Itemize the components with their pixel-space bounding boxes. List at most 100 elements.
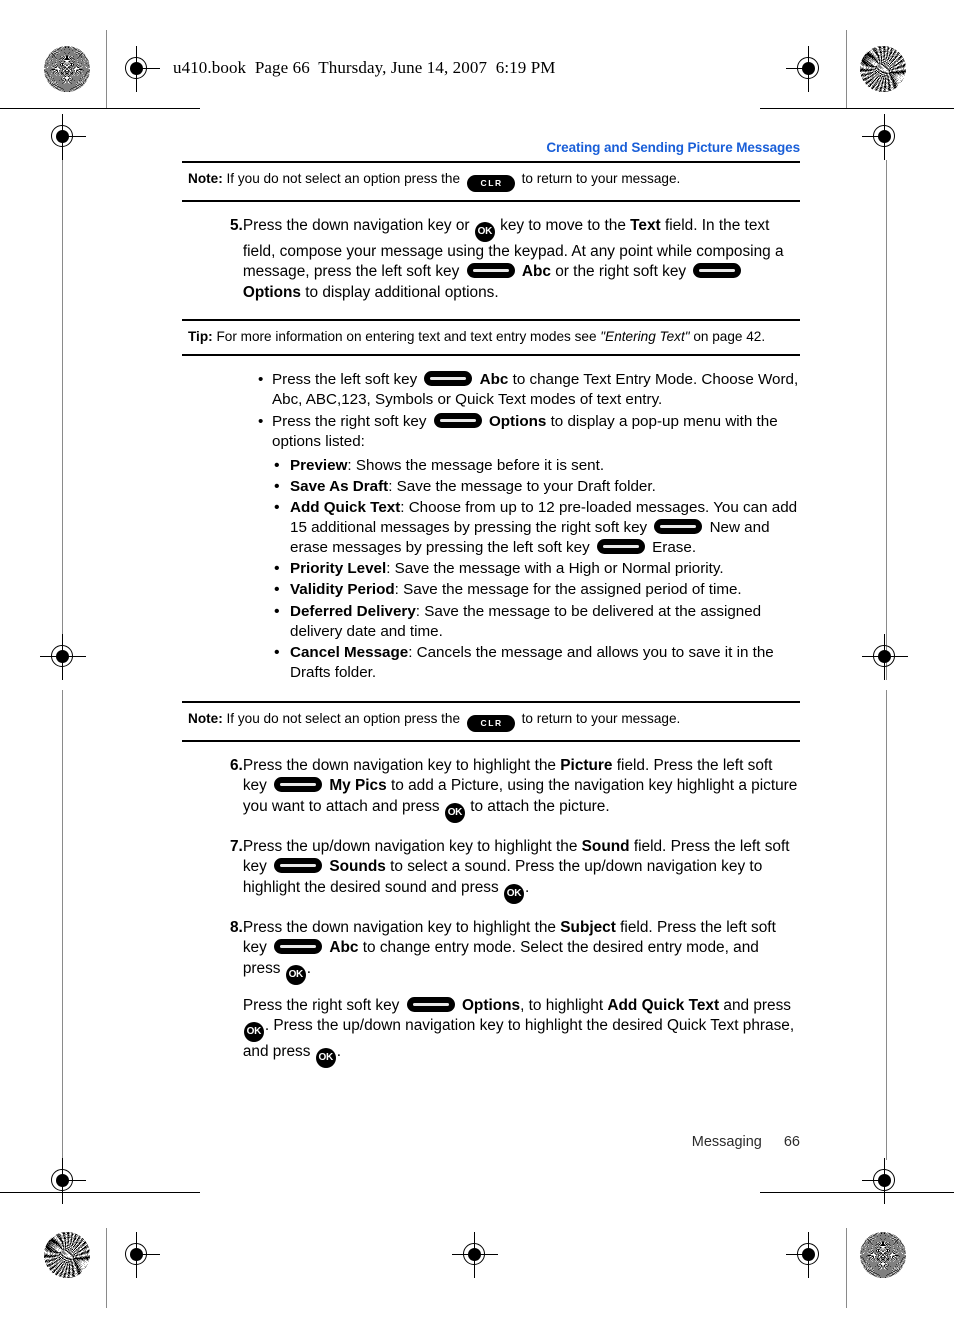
bullet-marker: • — [258, 412, 264, 430]
page-footer: Messaging 66 — [182, 1134, 800, 1150]
step-8-bold-abc: Abc — [329, 939, 359, 957]
ok-key-icon: OK — [285, 964, 306, 985]
step-6-number: 6. — [230, 756, 243, 774]
ok-key-icon: OK — [315, 1048, 336, 1069]
step-8-p2-text-3: and press — [723, 996, 791, 1014]
step-8-text-4: . — [306, 959, 312, 977]
option-desc: : Shows the message before it is sent. — [347, 457, 605, 475]
option-desc: : Save the message with a High or Normal… — [386, 560, 724, 578]
step-6: 6. Press the down navigation key to high… — [182, 756, 800, 823]
note-text-after: to return to your message. — [521, 171, 681, 186]
bullet-marker: • — [274, 560, 280, 578]
starburst-registration-mark-top-left — [44, 46, 90, 92]
bullet-list: • Press the left soft key Abc to change … — [182, 370, 800, 452]
steps-list: 5. Press the down navigation key or OK k… — [182, 216, 800, 303]
bullet-1-bold: Options — [488, 412, 547, 430]
bullet-marker: • — [274, 478, 280, 496]
bullet-marker: • — [274, 499, 280, 517]
option-desc: : Save the message for the assigned peri… — [394, 581, 742, 599]
list-item: • Add Quick Text: Choose from up to 12 p… — [182, 498, 800, 558]
step-5-bold-abc: Abc — [521, 263, 551, 281]
options-sublist: • Preview: Shows the message before it i… — [182, 456, 800, 683]
crosshair-registration-mark-right-lower — [862, 1158, 908, 1204]
soft-key-icon — [274, 939, 323, 955]
option-title: Deferred Delivery — [290, 602, 416, 620]
step-8-bold-field: Subject — [560, 918, 616, 936]
trim-line-bottom-right — [846, 1228, 848, 1308]
list-item: • Save As Draft: Save the message to you… — [182, 477, 800, 497]
option-title: Preview — [290, 457, 348, 475]
trim-line-left-lower — [62, 690, 64, 1160]
trim-line-upper-right — [760, 108, 954, 110]
trim-line-top-right — [846, 30, 848, 108]
step-7: 7. Press the up/down navigation key to h… — [182, 837, 800, 904]
note-callout-top: Note: If you do not select an option pre… — [182, 162, 800, 202]
step-5-text-5: to display additional options. — [305, 283, 499, 301]
trim-line-right-lower — [886, 690, 888, 1160]
step-8-text-1: Press the down navigation key to highlig… — [242, 918, 556, 936]
bullet-marker: • — [274, 457, 280, 475]
step-7-bold-sounds: Sounds — [329, 858, 386, 876]
soft-key-icon — [274, 777, 323, 793]
step-8-p2-text-1: Press the right soft key — [242, 996, 400, 1014]
trim-line-top-left — [106, 30, 108, 108]
soft-key-icon — [274, 858, 323, 874]
step-5: 5. Press the down navigation key or OK k… — [182, 216, 800, 303]
option-desc: : Save the message to your Draft folder. — [388, 478, 656, 496]
starburst-registration-mark-bottom-right — [860, 1232, 906, 1278]
step-7-body: Press the up/down navigation key to high… — [243, 837, 800, 904]
step-7-text-1: Press the up/down navigation key to high… — [242, 837, 578, 855]
footer-section-name: Messaging — [691, 1134, 762, 1150]
step-8-p2-bold-options: Options — [461, 996, 521, 1014]
soft-key-icon — [466, 263, 515, 279]
note-text-before: If you do not select an option press the — [226, 171, 461, 186]
chapter-title: Creating and Sending Picture Messages — [546, 140, 800, 155]
bullet-0-text-1: Press the left soft key — [272, 370, 418, 388]
step-7-text-4: . — [524, 878, 530, 896]
step-6-text-4: to attach the picture. — [470, 797, 610, 815]
moire-registration-mark-top-right — [860, 46, 906, 92]
bullet-0-bold: Abc — [479, 370, 509, 388]
step-6-text-1: Press the down navigation key to highlig… — [242, 756, 556, 774]
note-label: Note: — [188, 171, 223, 186]
trim-line-lower-right — [760, 1192, 954, 1194]
ok-key-icon: OK — [474, 222, 495, 242]
ok-key-icon: OK — [243, 1022, 264, 1043]
step-8-p2-text-2: , to highlight — [520, 996, 604, 1014]
option-title: Cancel Message — [290, 643, 409, 661]
step-5-bold-options: Options — [242, 283, 301, 301]
soft-key-icon — [433, 412, 482, 428]
note-text-before: If you do not select an option press the — [226, 710, 461, 726]
clr-key-icon: CLR — [466, 714, 515, 732]
crosshair-registration-mark-left-lower — [40, 1158, 86, 1204]
option-title: Validity Period — [290, 581, 395, 599]
step-8-p2-text-5: . — [336, 1043, 341, 1061]
option-title: Add Quick Text — [290, 499, 401, 517]
bullet-marker: • — [274, 643, 280, 661]
running-head-filename: u410.book Page 66 Thursday, June 14, 200… — [173, 58, 556, 77]
step-8: 8. Press the down navigation key to high… — [182, 918, 800, 1069]
step-7-number: 7. — [230, 837, 243, 855]
soft-key-icon — [654, 519, 703, 535]
list-item: • Priority Level: Save the message with … — [182, 559, 800, 579]
step-5-body: Press the down navigation key or OK key … — [243, 216, 800, 303]
step-8-p2-bold-addquicktext: Add Quick Text — [607, 996, 720, 1014]
trim-line-lower-left — [0, 1192, 200, 1194]
trim-line-right-middle — [886, 160, 888, 680]
tip-label: Tip: — [188, 329, 213, 345]
note-callout-bottom: Note: If you do not select an option pre… — [182, 700, 800, 742]
step-8-body: Press the down navigation key to highlig… — [242, 918, 800, 1069]
trim-line-upper-left — [0, 108, 200, 110]
ok-key-icon: OK — [503, 883, 524, 904]
note-label: Note: — [188, 710, 223, 726]
note-text-after: to return to your message. — [521, 710, 681, 726]
trim-line-bottom-left — [106, 1228, 108, 1308]
bullet-1-text-1: Press the right soft key — [272, 412, 427, 430]
list-item: • Preview: Shows the message before it i… — [182, 456, 800, 476]
tip-text-before: For more information on entering text an… — [216, 329, 597, 345]
crosshair-registration-mark-right-middle — [862, 634, 908, 680]
soft-key-icon — [596, 539, 645, 555]
tip-callout: Tip: For more information on entering te… — [182, 319, 800, 356]
crosshair-registration-mark-left-upper — [40, 114, 86, 160]
moire-registration-mark-bottom-left — [44, 1232, 90, 1278]
